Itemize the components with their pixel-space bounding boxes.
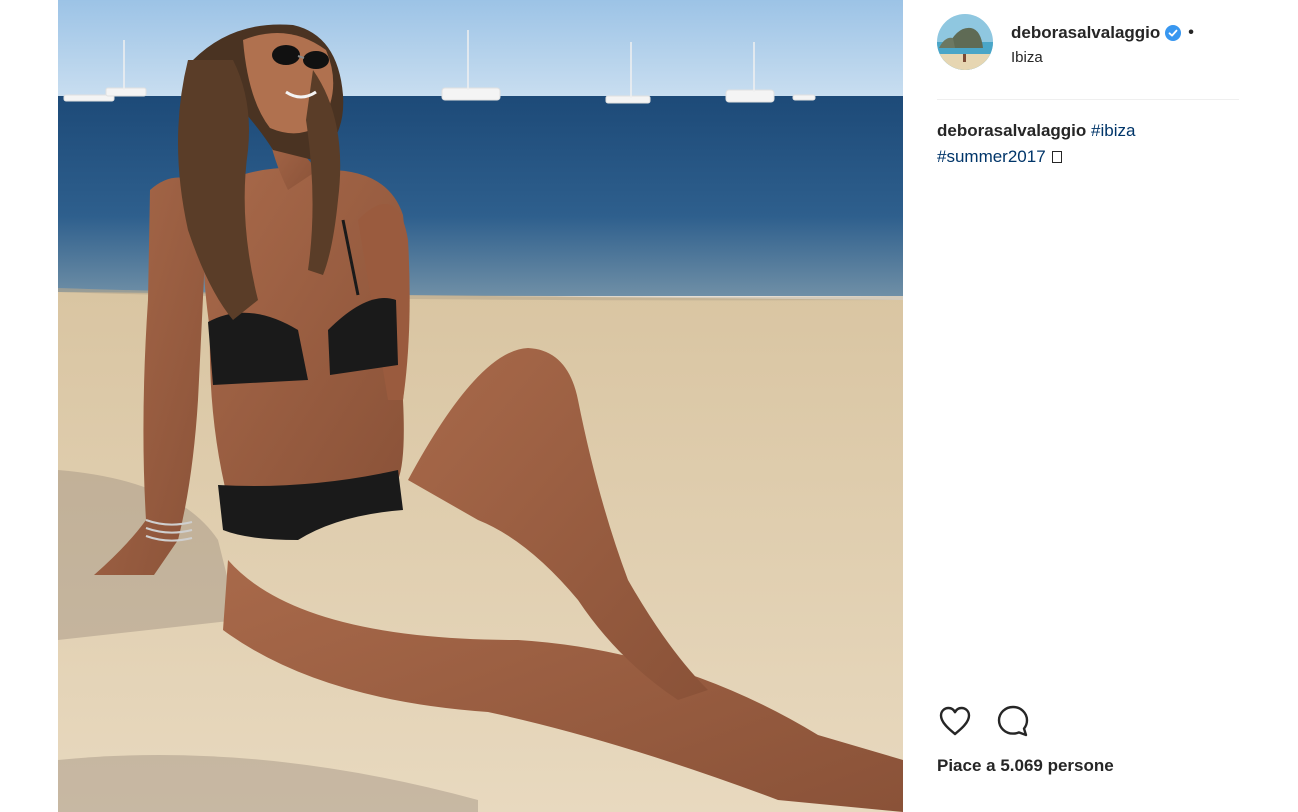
post-header: deborasalvalaggio • Ibiza: [937, 14, 1239, 100]
post-actions: [937, 705, 1031, 741]
post-side-panel: deborasalvalaggio • Ibiza deborasalvalag…: [903, 0, 1298, 812]
comment-bubble-icon: [996, 704, 1030, 743]
header-separator: •: [1188, 24, 1194, 41]
username-link[interactable]: deborasalvalaggio: [1011, 23, 1160, 43]
likes-count[interactable]: Piace a 5.069 persone: [937, 756, 1114, 776]
heart-icon: [938, 705, 972, 742]
location-link[interactable]: Ibiza: [1011, 49, 1043, 66]
verified-badge-icon: [1165, 25, 1182, 41]
hashtag-ibiza[interactable]: #ibiza: [1091, 121, 1135, 140]
like-button[interactable]: [937, 705, 973, 741]
comment-button[interactable]: [995, 705, 1031, 741]
avatar[interactable]: [937, 14, 993, 70]
username-row: deborasalvalaggio •: [1011, 23, 1194, 43]
emoji-placeholder-icon: [1051, 151, 1062, 163]
hashtag-summer2017[interactable]: #summer2017: [937, 147, 1046, 166]
caption-username[interactable]: deborasalvalaggio: [937, 121, 1086, 140]
post-caption: deborasalvalaggio #ibiza #summer2017: [937, 118, 1237, 170]
post-photo[interactable]: [58, 0, 903, 812]
